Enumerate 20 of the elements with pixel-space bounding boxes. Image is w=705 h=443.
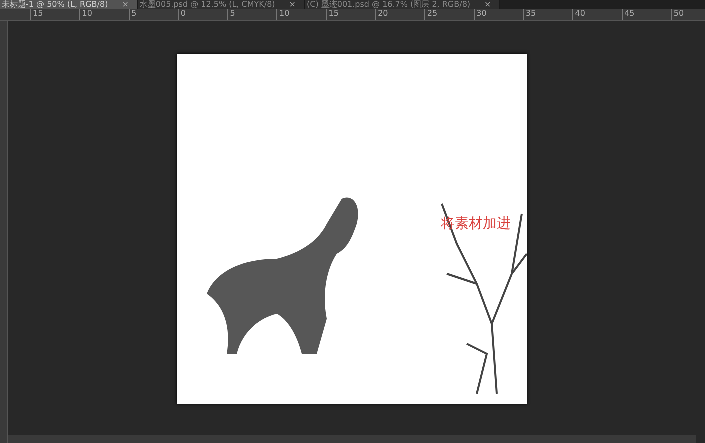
ruler-label: 45 [622, 9, 671, 20]
ruler-label: 20 [375, 9, 424, 20]
ruler-label: 5 [128, 9, 178, 20]
ruler-label: 30 [474, 9, 523, 20]
ruler-label: 0 [178, 9, 228, 20]
close-icon[interactable]: × [484, 0, 492, 8]
ruler-label: 10 [276, 9, 326, 20]
ruler-label: 40 [572, 9, 622, 20]
ruler-label: 25 [424, 9, 474, 20]
ruler-label: 50 [670, 9, 705, 20]
document-tab[interactable]: 水墨005.psd @ 12.5% (L, CMYK/8) × [138, 0, 305, 9]
ruler-label: 15 [30, 9, 80, 20]
ruler-label: 10 [79, 9, 129, 20]
ruler-label: 15 [326, 9, 376, 20]
close-icon[interactable]: × [289, 0, 296, 8]
document-tab[interactable]: 未标题-1 @ 50% (L, RGB/8) × [0, 0, 138, 9]
ruler-label: 35 [522, 9, 572, 20]
close-icon[interactable]: × [122, 0, 129, 8]
document-tab[interactable]: (C) 墨迹001.psd @ 16.7% (图层 2, RGB/8) × [304, 0, 500, 9]
ruler-label: 5 [227, 9, 276, 20]
